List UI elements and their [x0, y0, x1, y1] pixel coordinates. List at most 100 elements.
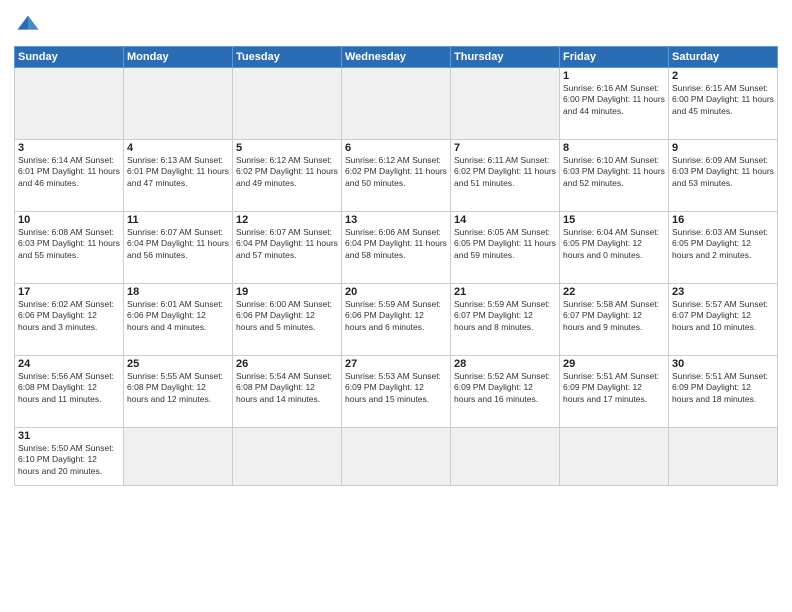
weekday-header-tuesday: Tuesday [233, 47, 342, 68]
day-info: Sunrise: 6:06 AM Sunset: 6:04 PM Dayligh… [345, 227, 447, 261]
day-number: 4 [127, 142, 229, 154]
calendar-cell: 29Sunrise: 5:51 AM Sunset: 6:09 PM Dayli… [560, 356, 669, 428]
day-info: Sunrise: 6:04 AM Sunset: 6:05 PM Dayligh… [563, 227, 665, 261]
calendar-cell [669, 428, 778, 486]
calendar-cell: 6Sunrise: 6:12 AM Sunset: 6:02 PM Daylig… [342, 140, 451, 212]
weekday-header-thursday: Thursday [451, 47, 560, 68]
day-number: 7 [454, 142, 556, 154]
day-info: Sunrise: 5:59 AM Sunset: 6:06 PM Dayligh… [345, 299, 447, 333]
calendar-cell: 8Sunrise: 6:10 AM Sunset: 6:03 PM Daylig… [560, 140, 669, 212]
calendar-cell: 21Sunrise: 5:59 AM Sunset: 6:07 PM Dayli… [451, 284, 560, 356]
day-number: 29 [563, 358, 665, 370]
day-info: Sunrise: 6:07 AM Sunset: 6:04 PM Dayligh… [127, 227, 229, 261]
day-info: Sunrise: 6:02 AM Sunset: 6:06 PM Dayligh… [18, 299, 120, 333]
calendar-cell: 31Sunrise: 5:50 AM Sunset: 6:10 PM Dayli… [15, 428, 124, 486]
day-info: Sunrise: 6:07 AM Sunset: 6:04 PM Dayligh… [236, 227, 338, 261]
logo-icon [14, 10, 42, 38]
day-number: 19 [236, 286, 338, 298]
calendar-cell [342, 428, 451, 486]
weekday-header-row: SundayMondayTuesdayWednesdayThursdayFrid… [15, 47, 778, 68]
week-row-2: 10Sunrise: 6:08 AM Sunset: 6:03 PM Dayli… [15, 212, 778, 284]
day-number: 10 [18, 214, 120, 226]
day-number: 16 [672, 214, 774, 226]
day-info: Sunrise: 6:12 AM Sunset: 6:02 PM Dayligh… [236, 155, 338, 189]
day-number: 2 [672, 70, 774, 82]
calendar-cell [233, 428, 342, 486]
weekday-header-sunday: Sunday [15, 47, 124, 68]
day-info: Sunrise: 5:54 AM Sunset: 6:08 PM Dayligh… [236, 371, 338, 405]
day-info: Sunrise: 6:14 AM Sunset: 6:01 PM Dayligh… [18, 155, 120, 189]
calendar-cell: 7Sunrise: 6:11 AM Sunset: 6:02 PM Daylig… [451, 140, 560, 212]
calendar-cell: 28Sunrise: 5:52 AM Sunset: 6:09 PM Dayli… [451, 356, 560, 428]
day-number: 24 [18, 358, 120, 370]
day-number: 28 [454, 358, 556, 370]
day-info: Sunrise: 5:58 AM Sunset: 6:07 PM Dayligh… [563, 299, 665, 333]
calendar-table: SundayMondayTuesdayWednesdayThursdayFrid… [14, 46, 778, 486]
calendar-cell: 16Sunrise: 6:03 AM Sunset: 6:05 PM Dayli… [669, 212, 778, 284]
day-info: Sunrise: 5:50 AM Sunset: 6:10 PM Dayligh… [18, 443, 120, 477]
day-number: 18 [127, 286, 229, 298]
day-info: Sunrise: 5:52 AM Sunset: 6:09 PM Dayligh… [454, 371, 556, 405]
day-number: 14 [454, 214, 556, 226]
calendar-cell: 24Sunrise: 5:56 AM Sunset: 6:08 PM Dayli… [15, 356, 124, 428]
day-info: Sunrise: 6:11 AM Sunset: 6:02 PM Dayligh… [454, 155, 556, 189]
calendar-cell [233, 68, 342, 140]
calendar-cell [15, 68, 124, 140]
calendar-cell: 11Sunrise: 6:07 AM Sunset: 6:04 PM Dayli… [124, 212, 233, 284]
calendar-cell: 23Sunrise: 5:57 AM Sunset: 6:07 PM Dayli… [669, 284, 778, 356]
day-number: 25 [127, 358, 229, 370]
calendar-cell: 1Sunrise: 6:16 AM Sunset: 6:00 PM Daylig… [560, 68, 669, 140]
calendar-cell: 14Sunrise: 6:05 AM Sunset: 6:05 PM Dayli… [451, 212, 560, 284]
day-number: 30 [672, 358, 774, 370]
calendar-cell: 22Sunrise: 5:58 AM Sunset: 6:07 PM Dayli… [560, 284, 669, 356]
day-number: 31 [18, 430, 120, 442]
day-number: 15 [563, 214, 665, 226]
week-row-4: 24Sunrise: 5:56 AM Sunset: 6:08 PM Dayli… [15, 356, 778, 428]
calendar-cell [560, 428, 669, 486]
calendar-page: SundayMondayTuesdayWednesdayThursdayFrid… [0, 0, 792, 612]
day-info: Sunrise: 6:09 AM Sunset: 6:03 PM Dayligh… [672, 155, 774, 189]
day-info: Sunrise: 5:59 AM Sunset: 6:07 PM Dayligh… [454, 299, 556, 333]
day-info: Sunrise: 5:56 AM Sunset: 6:08 PM Dayligh… [18, 371, 120, 405]
calendar-cell [342, 68, 451, 140]
day-number: 9 [672, 142, 774, 154]
day-number: 1 [563, 70, 665, 82]
week-row-0: 1Sunrise: 6:16 AM Sunset: 6:00 PM Daylig… [15, 68, 778, 140]
calendar-cell: 18Sunrise: 6:01 AM Sunset: 6:06 PM Dayli… [124, 284, 233, 356]
calendar-cell: 27Sunrise: 5:53 AM Sunset: 6:09 PM Dayli… [342, 356, 451, 428]
day-number: 11 [127, 214, 229, 226]
calendar-cell [451, 428, 560, 486]
calendar-cell: 25Sunrise: 5:55 AM Sunset: 6:08 PM Dayli… [124, 356, 233, 428]
day-info: Sunrise: 6:01 AM Sunset: 6:06 PM Dayligh… [127, 299, 229, 333]
weekday-header-monday: Monday [124, 47, 233, 68]
day-info: Sunrise: 6:13 AM Sunset: 6:01 PM Dayligh… [127, 155, 229, 189]
day-number: 21 [454, 286, 556, 298]
day-info: Sunrise: 5:57 AM Sunset: 6:07 PM Dayligh… [672, 299, 774, 333]
day-number: 3 [18, 142, 120, 154]
calendar-cell: 2Sunrise: 6:15 AM Sunset: 6:00 PM Daylig… [669, 68, 778, 140]
day-info: Sunrise: 6:08 AM Sunset: 6:03 PM Dayligh… [18, 227, 120, 261]
calendar-cell: 9Sunrise: 6:09 AM Sunset: 6:03 PM Daylig… [669, 140, 778, 212]
calendar-cell: 4Sunrise: 6:13 AM Sunset: 6:01 PM Daylig… [124, 140, 233, 212]
calendar-cell: 30Sunrise: 5:51 AM Sunset: 6:09 PM Dayli… [669, 356, 778, 428]
day-number: 22 [563, 286, 665, 298]
day-info: Sunrise: 6:15 AM Sunset: 6:00 PM Dayligh… [672, 83, 774, 117]
week-row-3: 17Sunrise: 6:02 AM Sunset: 6:06 PM Dayli… [15, 284, 778, 356]
day-info: Sunrise: 6:16 AM Sunset: 6:00 PM Dayligh… [563, 83, 665, 117]
day-info: Sunrise: 6:03 AM Sunset: 6:05 PM Dayligh… [672, 227, 774, 261]
header [14, 10, 778, 38]
week-row-5: 31Sunrise: 5:50 AM Sunset: 6:10 PM Dayli… [15, 428, 778, 486]
day-info: Sunrise: 6:05 AM Sunset: 6:05 PM Dayligh… [454, 227, 556, 261]
day-info: Sunrise: 5:55 AM Sunset: 6:08 PM Dayligh… [127, 371, 229, 405]
calendar-cell: 17Sunrise: 6:02 AM Sunset: 6:06 PM Dayli… [15, 284, 124, 356]
day-number: 23 [672, 286, 774, 298]
logo [14, 10, 46, 38]
day-number: 26 [236, 358, 338, 370]
calendar-cell [451, 68, 560, 140]
calendar-cell: 12Sunrise: 6:07 AM Sunset: 6:04 PM Dayli… [233, 212, 342, 284]
day-number: 27 [345, 358, 447, 370]
day-number: 6 [345, 142, 447, 154]
day-info: Sunrise: 5:51 AM Sunset: 6:09 PM Dayligh… [672, 371, 774, 405]
day-info: Sunrise: 5:51 AM Sunset: 6:09 PM Dayligh… [563, 371, 665, 405]
day-info: Sunrise: 6:10 AM Sunset: 6:03 PM Dayligh… [563, 155, 665, 189]
